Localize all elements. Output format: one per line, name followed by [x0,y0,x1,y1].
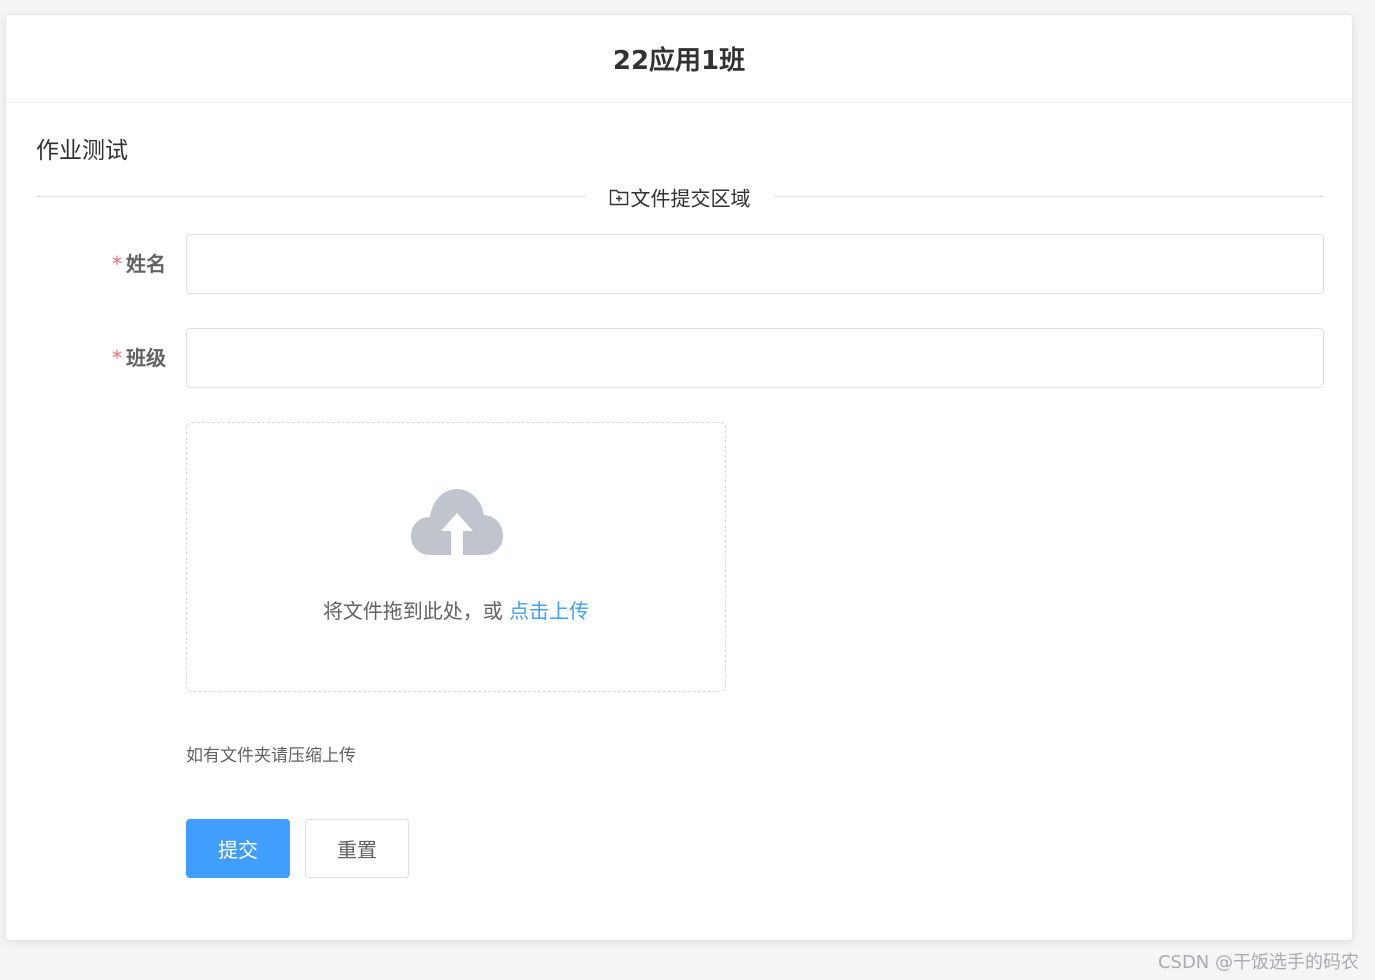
name-input[interactable] [186,234,1324,294]
form-row-class: * 班级 [6,328,1352,388]
name-label: * 姓名 [112,234,166,294]
class-label-text: 班级 [126,346,166,370]
homework-card: 22应用1班 作业测试 文件提交区域 * 姓名 * 班级 将文件拖到此处，或 点击上… [5,14,1353,941]
watermark: CSDN @干饭选手的码农 [1157,952,1359,973]
click-upload-link[interactable]: 点击上传 [509,599,589,623]
form-row-name: * 姓名 [6,234,1352,294]
divider-label: 文件提交区域 [630,186,751,210]
submit-button[interactable]: 提交 [186,819,290,878]
class-input[interactable] [186,328,1324,388]
section-title: 作业测试 [36,138,128,164]
divider: 文件提交区域 [36,182,1324,211]
required-mark: * [112,346,122,370]
upload-cloud-icon [411,489,503,557]
upload-dropzone[interactable]: 将文件拖到此处，或 点击上传 [186,422,726,692]
card-title: 22应用1班 [612,46,746,76]
class-label: * 班级 [112,328,166,388]
name-label-text: 姓名 [126,252,166,276]
required-mark: * [112,252,122,276]
upload-hint: 将文件拖到此处，或 [322,599,510,623]
divider-text: 文件提交区域 [585,182,775,211]
upload-tip: 如有文件夹请压缩上传 [186,746,356,766]
upload-text: 将文件拖到此处，或 点击上传 [187,595,725,624]
folder-add-icon [609,189,629,205]
reset-button[interactable]: 重置 [305,819,409,878]
card-header: 22应用1班 [6,15,1352,103]
